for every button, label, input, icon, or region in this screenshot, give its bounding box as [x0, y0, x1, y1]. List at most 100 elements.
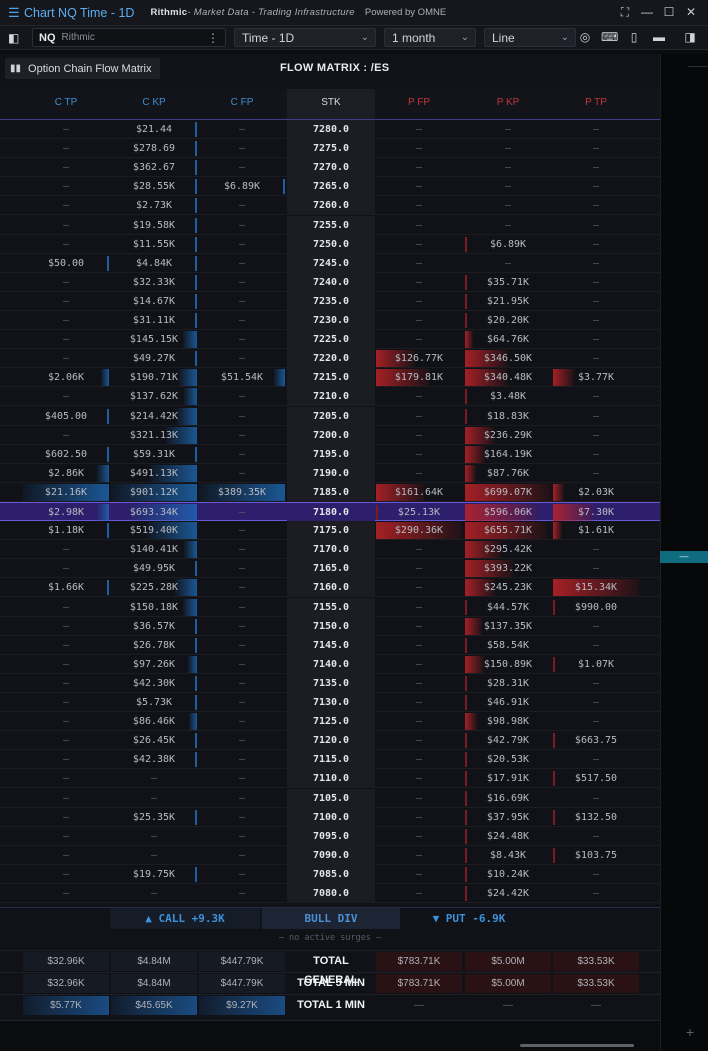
- cell-stk: 7115.0: [287, 750, 375, 769]
- header-ctp[interactable]: C TP: [23, 89, 109, 119]
- cell-cfp: —: [238, 353, 246, 365]
- table-row[interactable]: — $49.27K — 7220.0 $126.77K $346.50K —: [0, 349, 660, 369]
- minimize-icon[interactable]: —: [636, 5, 658, 20]
- table-row[interactable]: — $140.41K — 7170.0 — $295.42K —: [0, 540, 660, 560]
- cell-pfp: —: [415, 563, 423, 575]
- table-row[interactable]: — $11.55K — 7250.0 — $6.89K —: [0, 234, 660, 254]
- table-row[interactable]: — — — 7080.0 — $24.42K —: [0, 884, 660, 903]
- cell-ckp: $140.41K: [129, 544, 179, 556]
- crosshair-icon[interactable]: +: [686, 1024, 694, 1040]
- table-row[interactable]: — $321.13K — 7200.0 — $236.29K —: [0, 425, 660, 445]
- cell-ptp: —: [592, 639, 600, 651]
- chart-type-select[interactable]: Line ⌄: [484, 28, 576, 47]
- table-row[interactable]: — $362.67 — 7270.0 — — —: [0, 158, 660, 178]
- table-row[interactable]: — $28.55K $6.89K 7265.0 — — —: [0, 177, 660, 197]
- cell-stk: 7255.0: [287, 215, 375, 234]
- table-row[interactable]: $405.00 $214.42K — 7205.0 — $18.83K —: [0, 406, 660, 426]
- cell-ptp: —: [592, 200, 600, 212]
- cell-pfp: —: [415, 601, 423, 613]
- table-row[interactable]: $2.86K $491.13K — 7190.0 — $87.76K —: [0, 463, 660, 483]
- table-row[interactable]: — $21.44 — 7280.0 — — —: [0, 120, 660, 139]
- table-row-current-price[interactable]: $2.98K $693.34K — 7180.0 $25.13K $596.06K $7.3…: [0, 502, 660, 521]
- symbol-input[interactable]: NQ Rithmic ⋮: [32, 28, 226, 47]
- table-row[interactable]: — $26.78K — 7145.0 — $58.54K —: [0, 635, 660, 655]
- hamburger-menu-icon[interactable]: ☰: [8, 5, 22, 21]
- table-row[interactable]: — $36.57K — 7150.0 — $137.35K —: [0, 616, 660, 636]
- table-row[interactable]: — $150.18K — 7155.0 — $44.57K $990.00: [0, 597, 660, 617]
- cell-cfp: —: [238, 200, 246, 212]
- table-row[interactable]: — $42.38K — 7115.0 — $20.53K —: [0, 750, 660, 770]
- table-row[interactable]: $602.50 $59.31K — 7195.0 — $164.19K —: [0, 444, 660, 464]
- table-row[interactable]: — $14.67K — 7235.0 — $21.95K —: [0, 291, 660, 311]
- header-ckp[interactable]: C KP: [111, 89, 197, 119]
- cell-ckp: $362.67: [132, 162, 176, 174]
- table-row[interactable]: — $31.11K — 7230.0 — $20.20K —: [0, 311, 660, 330]
- cell-pfp: —: [415, 773, 423, 785]
- cell-cfp: —: [238, 162, 246, 174]
- table-row[interactable]: $1.18K $519.40K — 7175.0 $290.36K $655.71K $1.…: [0, 521, 660, 541]
- cell-ptp: —: [592, 353, 600, 365]
- cell-cfp: —: [238, 697, 246, 708]
- cell-ctp: —: [62, 563, 70, 575]
- template-icon[interactable]: ▬: [651, 30, 667, 46]
- cell-ctp: —: [62, 658, 70, 670]
- cell-ctp: —: [62, 162, 70, 174]
- table-row[interactable]: — $49.95K — 7165.0 — $393.22K —: [0, 559, 660, 579]
- table-row[interactable]: — $5.73K — 7130.0 — $46.91K —: [0, 693, 660, 712]
- table-row[interactable]: — $32.33K — 7240.0 — $35.71K —: [0, 272, 660, 292]
- sidebar-toggle-icon[interactable]: ◧: [8, 28, 26, 47]
- table-row[interactable]: — — — 7110.0 — $17.91K $517.50: [0, 769, 660, 789]
- cell-ctp: —: [62, 143, 70, 155]
- header-pkp[interactable]: P KP: [465, 89, 551, 119]
- maximize-icon[interactable]: ☐: [658, 5, 680, 20]
- table-row[interactable]: — $137.62K — 7210.0 — $3.48K —: [0, 387, 660, 407]
- table-row[interactable]: — $278.69 — 7275.0 — — —: [0, 139, 660, 159]
- table-row[interactable]: — $19.75K — 7085.0 — $10.24K —: [0, 864, 660, 884]
- cell-pfp: —: [415, 735, 423, 747]
- table-row[interactable]: $2.06K $190.71K $51.54K 7215.0 $179.81K $340.…: [0, 368, 660, 388]
- cell-ctp: —: [62, 315, 70, 326]
- cell-ptp: —: [592, 295, 600, 307]
- table-row[interactable]: — $26.45K — 7120.0 — $42.79K $663.75: [0, 731, 660, 751]
- table-row[interactable]: $21.16K $901.12K $389.35K 7185.0 $161.64K $69…: [0, 482, 660, 502]
- table-row[interactable]: — — — 7095.0 — $24.48K —: [0, 826, 660, 846]
- keyboard-icon[interactable]: ⌨: [601, 30, 618, 46]
- totals-row: $32.96K $4.84M $447.79K $783.71K $5.00M $33.5…: [0, 950, 660, 986]
- table-row[interactable]: — $42.30K — 7135.0 — $28.31K —: [0, 673, 660, 693]
- table-row[interactable]: — $86.46K — 7125.0 — $98.98K —: [0, 712, 660, 732]
- horizontal-scrollbar[interactable]: [520, 1044, 634, 1047]
- mouse-icon[interactable]: ▯: [626, 30, 642, 46]
- cell-ptp: $517.50: [574, 773, 618, 785]
- table-row[interactable]: — — — 7090.0 — $8.43K $103.75: [0, 845, 660, 865]
- period-select[interactable]: 1 month ⌄: [384, 28, 476, 47]
- cell-pkp: $24.42K: [486, 888, 530, 899]
- header-cfp[interactable]: C FP: [199, 89, 285, 119]
- table-row[interactable]: — $2.73K — 7260.0 — — —: [0, 196, 660, 216]
- cell-stk: 7170.0: [287, 540, 375, 559]
- table-row[interactable]: — $19.58K — 7255.0 — — —: [0, 215, 660, 235]
- panel-tab[interactable]: ▮▮ Option Chain Flow Matrix: [5, 58, 160, 79]
- cell-pkp: $16.69K: [486, 792, 530, 804]
- cell-ctp: —: [62, 200, 70, 212]
- table-row[interactable]: — $97.26K — 7140.0 — $150.89K $1.07K: [0, 654, 660, 674]
- header-stk[interactable]: STK: [287, 89, 375, 119]
- cell-ckp: $59.31K: [132, 448, 176, 460]
- fullscreen-icon[interactable]: ⛶: [614, 5, 636, 20]
- timeframe-select[interactable]: Time - 1D ⌄: [234, 28, 376, 47]
- table-row[interactable]: — $25.35K — 7100.0 — $37.95K $132.50: [0, 807, 660, 827]
- table-row[interactable]: — — — 7105.0 — $16.69K —: [0, 788, 660, 808]
- cell-pfp: —: [415, 544, 423, 556]
- table-row[interactable]: $50.00 $4.84K — 7245.0 — — —: [0, 253, 660, 273]
- cell-stk: 7085.0: [287, 864, 375, 883]
- cell-pfp: —: [415, 124, 423, 135]
- table-row[interactable]: $1.66K $225.28K — 7160.0 — $245.23K $15.34K: [0, 578, 660, 598]
- cell-pkp: $98.98K: [486, 716, 530, 728]
- close-icon[interactable]: ✕: [680, 5, 702, 20]
- table-row[interactable]: — $145.15K — 7225.0 — $64.76K —: [0, 330, 660, 350]
- more-options-icon[interactable]: ⋮: [207, 31, 219, 45]
- panel-toggle-icon[interactable]: ◨: [682, 30, 698, 46]
- cell-ptp: —: [592, 162, 600, 174]
- header-pfp[interactable]: P FP: [376, 89, 462, 119]
- indicator-icon[interactable]: ◎: [577, 30, 593, 46]
- header-ptp[interactable]: P TP: [553, 89, 639, 119]
